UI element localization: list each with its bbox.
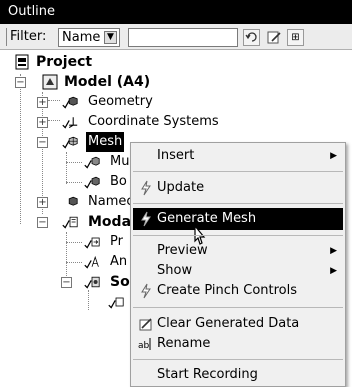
tree-connector: [66, 162, 82, 163]
pre-stress-icon: [84, 237, 100, 249]
chevron-down-icon[interactable]: ▼: [104, 31, 117, 44]
expand-icon[interactable]: +: [37, 97, 48, 108]
menu-separator: [133, 359, 343, 360]
tree-label-modal-child-2: An: [110, 254, 128, 269]
tree-label-mesh: Mesh: [86, 132, 125, 152]
menu-separator: [133, 203, 343, 204]
lightning-icon: [141, 211, 151, 227]
tree-connector: [48, 100, 60, 101]
toolbar-grip: [6, 28, 7, 46]
submenu-arrow-icon: ▶: [330, 151, 337, 161]
tree-label-model: Model (A4): [64, 74, 151, 90]
tree-connector: [20, 74, 21, 224]
edit-filter-icon[interactable]: [266, 29, 283, 46]
tree-connector: [66, 262, 82, 263]
expand-icon[interactable]: +: [37, 197, 48, 208]
refresh-filter-icon[interactable]: [243, 29, 260, 46]
coordinate-systems-icon: [62, 117, 78, 129]
tree-label-modal: Modal: [88, 214, 136, 230]
menu-item-label: Start Recording: [157, 367, 258, 382]
tree-label-coordinate-systems: Coordinate Systems: [88, 114, 219, 129]
tree-label-named-selections: Namec: [88, 194, 134, 209]
filter-label: Filter:: [10, 29, 47, 44]
menu-separator: [133, 171, 343, 172]
mesh-method-icon: [84, 156, 100, 169]
collapse-icon[interactable]: −: [61, 277, 72, 288]
menu-item-rename[interactable]: ab Rename: [133, 333, 343, 355]
tree-label-project: Project: [36, 54, 93, 70]
modal-analysis-icon: [62, 216, 78, 229]
project-icon: [15, 54, 29, 70]
tree-label-mesh-child-1: Mu: [110, 154, 130, 169]
menu-item-preview[interactable]: Preview ▶: [133, 240, 343, 262]
context-menu: Insert ▶ Update Generate Mesh Preview ▶ …: [130, 142, 346, 387]
tree-connector: [66, 152, 67, 184]
tree-connector: [66, 182, 82, 183]
tree-connector: [88, 290, 89, 310]
expand-icon[interactable]: +: [37, 117, 48, 128]
rename-icon: ab: [138, 338, 151, 351]
geometry-icon: [62, 96, 78, 109]
menu-item-label: Update: [157, 180, 205, 195]
menu-separator: [133, 235, 343, 236]
named-selections-icon: [68, 196, 78, 206]
outline-title-bar: Outline: [0, 0, 352, 24]
tree-connector: [48, 120, 60, 121]
solution-icon: [84, 276, 100, 289]
svg-text:ab: ab: [138, 341, 150, 351]
menu-separator: [133, 307, 343, 308]
tree-label-solution: So: [110, 274, 130, 290]
panel-title: Outline: [8, 4, 56, 19]
collapse-icon[interactable]: −: [37, 217, 48, 228]
menu-item-generate-mesh[interactable]: Generate Mesh: [133, 208, 343, 230]
clear-data-icon: [139, 318, 152, 331]
tree-label-mesh-child-2: Bo: [110, 174, 127, 189]
menu-item-label: Preview: [157, 243, 208, 258]
lightning-icon: [141, 283, 151, 299]
menu-item-label: Rename: [157, 336, 211, 351]
filter-type-value: Name: [62, 30, 101, 45]
submenu-arrow-icon: ▶: [330, 266, 337, 276]
menu-item-start-recording[interactable]: Start Recording: [133, 364, 343, 386]
body-sizing-icon: [84, 176, 100, 189]
menu-item-show[interactable]: Show ▶: [133, 260, 343, 282]
menu-item-clear-generated-data[interactable]: Clear Generated Data: [133, 313, 343, 335]
analysis-settings-icon: [84, 255, 99, 269]
filter-toolbar: Filter: Name ▼ ⊞: [0, 24, 352, 50]
collapse-icon[interactable]: −: [37, 137, 48, 148]
menu-item-label: Insert: [157, 148, 195, 163]
menu-item-label: Create Pinch Controls: [157, 283, 298, 298]
tree-label-geometry: Geometry: [88, 94, 153, 109]
collapse-icon[interactable]: −: [15, 77, 26, 88]
mesh-icon: [62, 136, 78, 149]
filter-search-input[interactable]: [128, 28, 238, 47]
tree-label-modal-child-1: Pr: [110, 234, 123, 249]
solution-information-icon: [108, 297, 124, 309]
tree-connector: [66, 242, 82, 243]
menu-item-label: Clear Generated Data: [157, 316, 300, 331]
model-icon: [42, 74, 58, 90]
tree-connector: [42, 92, 43, 214]
submenu-arrow-icon: ▶: [330, 246, 337, 256]
menu-item-insert[interactable]: Insert ▶: [133, 145, 343, 167]
lightning-icon: [141, 180, 151, 196]
menu-item-update[interactable]: Update: [133, 177, 343, 199]
menu-item-label: Show: [157, 263, 193, 278]
filter-type-select[interactable]: Name ▼: [58, 28, 120, 47]
expand-all-icon[interactable]: ⊞: [287, 29, 304, 46]
menu-item-create-pinch-controls[interactable]: Create Pinch Controls: [133, 280, 343, 302]
